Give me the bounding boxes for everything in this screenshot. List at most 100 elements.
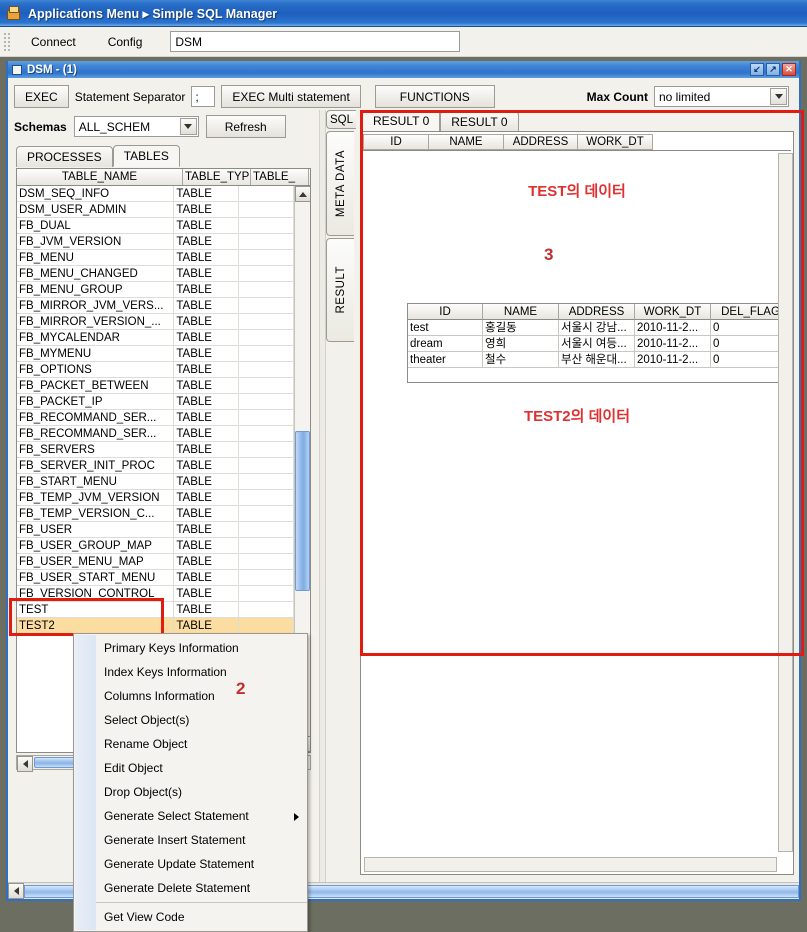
exec-multi-statement-button[interactable]: EXEC Multi statement bbox=[221, 85, 361, 108]
schemas-select[interactable]: ALL_SCHEM bbox=[73, 116, 199, 137]
result-row[interactable]: dream 영희 서울시 여등... 2010-11-2... 0 bbox=[408, 336, 792, 352]
context-menu-item[interactable]: Edit Object bbox=[74, 756, 307, 780]
context-menu-item[interactable]: Primary Keys Information bbox=[74, 636, 307, 660]
tab-result[interactable]: RESULT bbox=[326, 238, 354, 342]
table-row-cat bbox=[239, 602, 294, 617]
tab-result-0-b[interactable]: RESULT 0 bbox=[440, 111, 519, 132]
context-menu-item-label: Select Object(s) bbox=[104, 713, 190, 727]
tab-sql[interactable]: SQL bbox=[326, 110, 356, 129]
result-tab-strip: RESULT 0 RESULT 0 bbox=[357, 110, 795, 132]
context-menu-separator bbox=[96, 902, 307, 903]
menu-config[interactable]: Config bbox=[92, 32, 159, 52]
context-menu-item[interactable]: Select Object(s) bbox=[74, 708, 307, 732]
table-row[interactable]: FB_MYCALENDAR TABLE bbox=[17, 330, 294, 346]
result-cell: 서울시 여등... bbox=[559, 336, 635, 352]
scroll-up-icon[interactable] bbox=[295, 186, 310, 202]
grid2-column-work-dt[interactable]: WORK_DT bbox=[635, 304, 711, 320]
table-row[interactable]: FB_SERVERS TABLE bbox=[17, 442, 294, 458]
statement-separator-input[interactable]: ; bbox=[191, 86, 216, 107]
context-menu-item[interactable]: Columns Information bbox=[74, 684, 307, 708]
grid1-column-name[interactable]: NAME bbox=[429, 134, 504, 150]
grid2-column-address[interactable]: ADDRESS bbox=[559, 304, 635, 320]
table-row[interactable]: FB_RECOMMAND_SER... TABLE bbox=[17, 426, 294, 442]
split-divider[interactable] bbox=[319, 110, 326, 897]
result-row[interactable]: test 홍길동 서울시 강남... 2010-11-2... 0 bbox=[408, 320, 792, 336]
context-menu-item[interactable]: Generate Delete Statement bbox=[74, 876, 307, 900]
context-menu-item[interactable]: Index Keys Information bbox=[74, 660, 307, 684]
result-cell: 2010-11-2... bbox=[635, 352, 711, 368]
scroll-left-icon[interactable] bbox=[17, 756, 33, 772]
column-header-table-name[interactable]: TABLE_NAME bbox=[17, 169, 183, 185]
context-menu-item[interactable]: Generate Insert Statement bbox=[74, 828, 307, 852]
chevron-down-icon[interactable] bbox=[770, 88, 787, 105]
chevron-down-icon[interactable] bbox=[179, 118, 197, 135]
table-row[interactable]: TEST TABLE bbox=[17, 602, 294, 618]
toolbar-grip-handle[interactable] bbox=[2, 30, 11, 53]
table-row-type: TABLE bbox=[174, 506, 239, 521]
grid2-column-name[interactable]: NAME bbox=[483, 304, 559, 320]
vertical-scroll-thumb[interactable] bbox=[295, 431, 310, 591]
result-horizontal-scrollbar[interactable] bbox=[364, 857, 777, 872]
refresh-button[interactable]: Refresh bbox=[205, 115, 286, 138]
table-row[interactable]: FB_TEMP_VERSION_C... TABLE bbox=[17, 506, 294, 522]
grid2-column-id[interactable]: ID bbox=[408, 304, 483, 320]
context-menu-item-label: Index Keys Information bbox=[104, 665, 227, 679]
result-vertical-scrollbar[interactable] bbox=[778, 153, 793, 852]
minimize-icon[interactable]: ↙ bbox=[750, 63, 764, 76]
table-row-cat bbox=[239, 282, 294, 297]
table-row[interactable]: FB_MIRROR_VERSION_... TABLE bbox=[17, 314, 294, 330]
table-row[interactable]: FB_RECOMMAND_SER... TABLE bbox=[17, 410, 294, 426]
table-row[interactable]: FB_VERSION_CONTROL TABLE bbox=[17, 586, 294, 602]
functions-button[interactable]: FUNCTIONS bbox=[374, 85, 495, 108]
table-row[interactable]: FB_DUAL TABLE bbox=[17, 218, 294, 234]
maximize-icon[interactable]: ↗ bbox=[766, 63, 780, 76]
scroll-left-icon[interactable] bbox=[8, 883, 24, 899]
table-row[interactable]: FB_USER TABLE bbox=[17, 522, 294, 538]
table-row[interactable]: FB_TEMP_JVM_VERSION TABLE bbox=[17, 490, 294, 506]
tab-tables[interactable]: TABLES bbox=[112, 145, 180, 167]
result-row[interactable]: theater 철수 부산 해운대... 2010-11-2... 0 bbox=[408, 352, 792, 368]
table-row[interactable]: FB_MENU_CHANGED TABLE bbox=[17, 266, 294, 282]
context-menu-item[interactable]: Get View Code bbox=[74, 905, 307, 929]
table-row[interactable]: TEST2 TABLE bbox=[17, 618, 294, 634]
context-menu-item[interactable]: Generate Select Statement bbox=[74, 804, 307, 828]
column-header-table-cat[interactable]: TABLE_ bbox=[251, 169, 309, 185]
tab-processes[interactable]: PROCESSES bbox=[16, 146, 113, 167]
table-row[interactable]: FB_START_MENU TABLE bbox=[17, 474, 294, 490]
grid1-column-address[interactable]: ADDRESS bbox=[504, 134, 578, 150]
table-row[interactable]: FB_MIRROR_JVM_VERS... TABLE bbox=[17, 298, 294, 314]
close-icon[interactable]: ✕ bbox=[782, 63, 796, 76]
table-row-name: FB_PACKET_BETWEEN bbox=[17, 378, 175, 393]
context-menu-item[interactable]: Drop Object(s) bbox=[74, 780, 307, 804]
context-menu-item[interactable]: Rename Object bbox=[74, 732, 307, 756]
table-row[interactable]: FB_MENU TABLE bbox=[17, 250, 294, 266]
table-row-cat bbox=[239, 362, 294, 377]
table-row[interactable]: FB_PACKET_IP TABLE bbox=[17, 394, 294, 410]
grid1-column-work-dt[interactable]: WORK_DT bbox=[578, 134, 653, 150]
tab-meta-data[interactable]: META DATA bbox=[326, 131, 354, 236]
connection-name-field[interactable]: DSM bbox=[170, 31, 461, 52]
context-menu-item[interactable]: Generate Update Statement bbox=[74, 852, 307, 876]
table-row[interactable]: FB_JVM_VERSION TABLE bbox=[17, 234, 294, 250]
table-row[interactable]: DSM_SEQ_INFO TABLE bbox=[17, 186, 294, 202]
menu-connect[interactable]: Connect bbox=[15, 32, 92, 52]
table-row-type: TABLE bbox=[174, 458, 239, 473]
result-grid-1-header: ID NAME ADDRESS WORK_DT bbox=[363, 134, 791, 151]
grid1-column-id[interactable]: ID bbox=[363, 134, 429, 150]
table-row[interactable]: FB_OPTIONS TABLE bbox=[17, 362, 294, 378]
table-row-name: FB_USER_GROUP_MAP bbox=[17, 538, 175, 553]
table-row[interactable]: FB_USER_GROUP_MAP TABLE bbox=[17, 538, 294, 554]
table-row[interactable]: FB_PACKET_BETWEEN TABLE bbox=[17, 378, 294, 394]
max-count-select[interactable]: no limited bbox=[654, 86, 789, 107]
table-row[interactable]: FB_SERVER_INIT_PROC TABLE bbox=[17, 458, 294, 474]
table-row[interactable]: FB_USER_START_MENU TABLE bbox=[17, 570, 294, 586]
table-row[interactable]: FB_USER_MENU_MAP TABLE bbox=[17, 554, 294, 570]
exec-button[interactable]: EXEC bbox=[14, 85, 69, 108]
context-menu-item-label: Drop Object(s) bbox=[104, 785, 183, 799]
table-row-cat bbox=[239, 586, 294, 601]
table-row[interactable]: FB_MYMENU TABLE bbox=[17, 346, 294, 362]
table-row[interactable]: DSM_USER_ADMIN TABLE bbox=[17, 202, 294, 218]
column-header-table-type[interactable]: TABLE_TYPE bbox=[183, 169, 251, 185]
table-row[interactable]: FB_MENU_GROUP TABLE bbox=[17, 282, 294, 298]
tab-result-0-a[interactable]: RESULT 0 bbox=[362, 110, 441, 132]
